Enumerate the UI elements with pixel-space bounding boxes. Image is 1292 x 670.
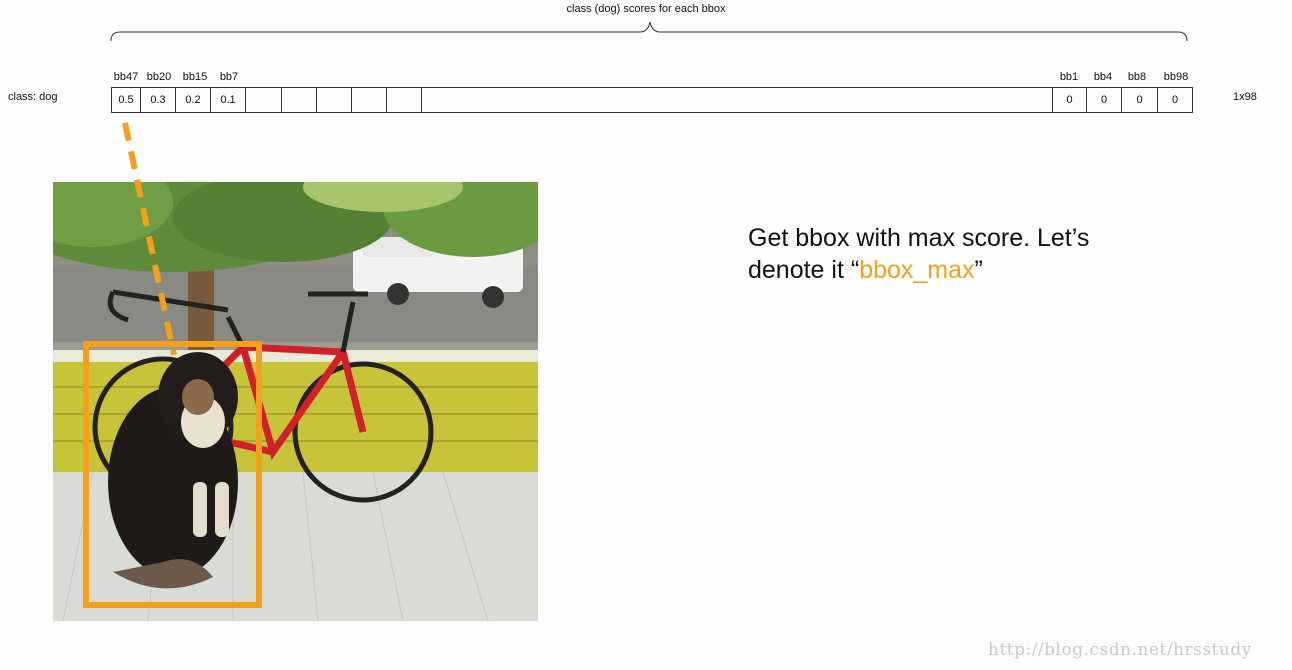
dog-photo: [53, 182, 538, 621]
brace-label: class (dog) scores for each bbox: [566, 3, 726, 15]
note-line-1: Get bbox with max score. Let’s: [748, 224, 1090, 252]
score-cell: 0.3: [141, 88, 176, 112]
note-suffix: ”: [974, 256, 983, 284]
score-cell-empty: [387, 88, 422, 112]
score-row: 0.5 0.3 0.2 0.1 0 0 0 0: [111, 87, 1193, 113]
score-cell-gap: [422, 88, 1053, 112]
score-cell: 0: [1122, 88, 1158, 112]
score-cell-empty: [352, 88, 387, 112]
score-cell-empty: [246, 88, 282, 112]
score-cell: 0: [1171, 94, 1179, 106]
score-cell: 0.2: [176, 88, 211, 112]
column-header: bb8: [1127, 71, 1147, 83]
watermark: http://blog.csdn.net/hrsstudy: [988, 640, 1252, 660]
score-cell: 0.5: [112, 88, 141, 112]
column-header: bb98: [1163, 71, 1189, 83]
dimension-label: 1x98: [1233, 91, 1257, 103]
note-prefix: denote it “: [748, 256, 860, 284]
score-cell-empty: [282, 88, 317, 112]
score-cell: 0: [1087, 88, 1122, 112]
score-cell: 0.1: [211, 88, 246, 112]
note-highlight: bbox_max: [859, 256, 975, 284]
note-text: Get bbox with max score. Let’s denote it…: [748, 222, 1089, 286]
column-header: bb20: [146, 71, 172, 83]
column-header: bb7: [219, 71, 239, 83]
row-label: class: dog: [8, 91, 58, 103]
score-cell-empty: [317, 88, 352, 112]
note-line-2: denote it “bbox_max”: [748, 254, 1089, 286]
score-cell: 0: [1053, 88, 1087, 112]
